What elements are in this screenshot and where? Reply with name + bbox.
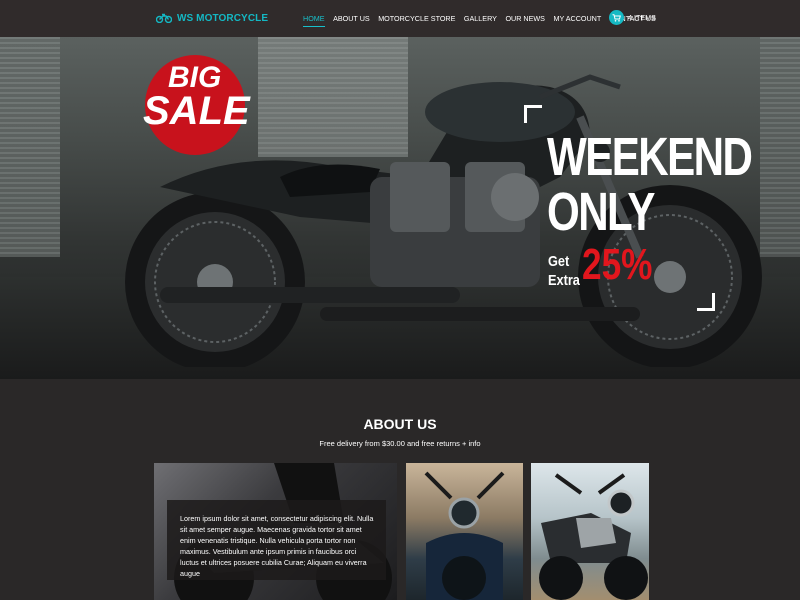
naked-bike-photo [539,473,648,600]
cruiser-photo [424,471,505,600]
promo-headline-only: ONLY [547,182,655,242]
about-image-cruiser[interactable] [406,463,523,600]
motorcycle-icon [156,13,172,23]
garage-shutter [0,37,60,257]
cart-count: 4 ITEMS [628,13,656,22]
frame-corner-bottom-right [697,293,715,311]
nav-our-news[interactable]: OUR NEWS [505,0,545,37]
promo-headline-weekend: WEEKEND [547,127,753,187]
site-header: WS MOTORCYCLE HOME ABOUT US MOTORCYCLE S… [0,0,800,37]
frame-corner-top-left [524,105,542,123]
about-description: Lorem ipsum dolor sit amet, consectetur … [180,514,374,578]
logo-text: WS MOTORCYCLE [177,12,269,24]
nav-about-us[interactable]: ABOUT US [333,0,370,37]
nav-my-account[interactable]: MY ACCOUNT [553,0,601,37]
nav-gallery[interactable]: GALLERY [464,0,497,37]
nav-motorcycle-store[interactable]: MOTORCYCLE STORE [378,0,455,37]
promo-discount-value: 25% [582,240,653,289]
promo-offer-get: Get [548,253,570,270]
cart-button[interactable]: 4 ITEMS [609,10,656,25]
about-image-naked-bike[interactable] [531,463,649,600]
site-logo[interactable]: WS MOTORCYCLE [156,11,268,25]
nav-home[interactable]: HOME [303,0,325,37]
about-subtitle: Free delivery from $30.00 and free retur… [319,439,481,448]
promo-offer-extra: Extra [548,272,580,289]
cart-icon [609,10,624,25]
about-title: ABOUT US [363,416,437,432]
hero-banner[interactable]: BIG SALE WEEKEND ONLY Get Extra 25% [0,37,800,379]
sale-badge-line2: SALE [143,89,250,133]
